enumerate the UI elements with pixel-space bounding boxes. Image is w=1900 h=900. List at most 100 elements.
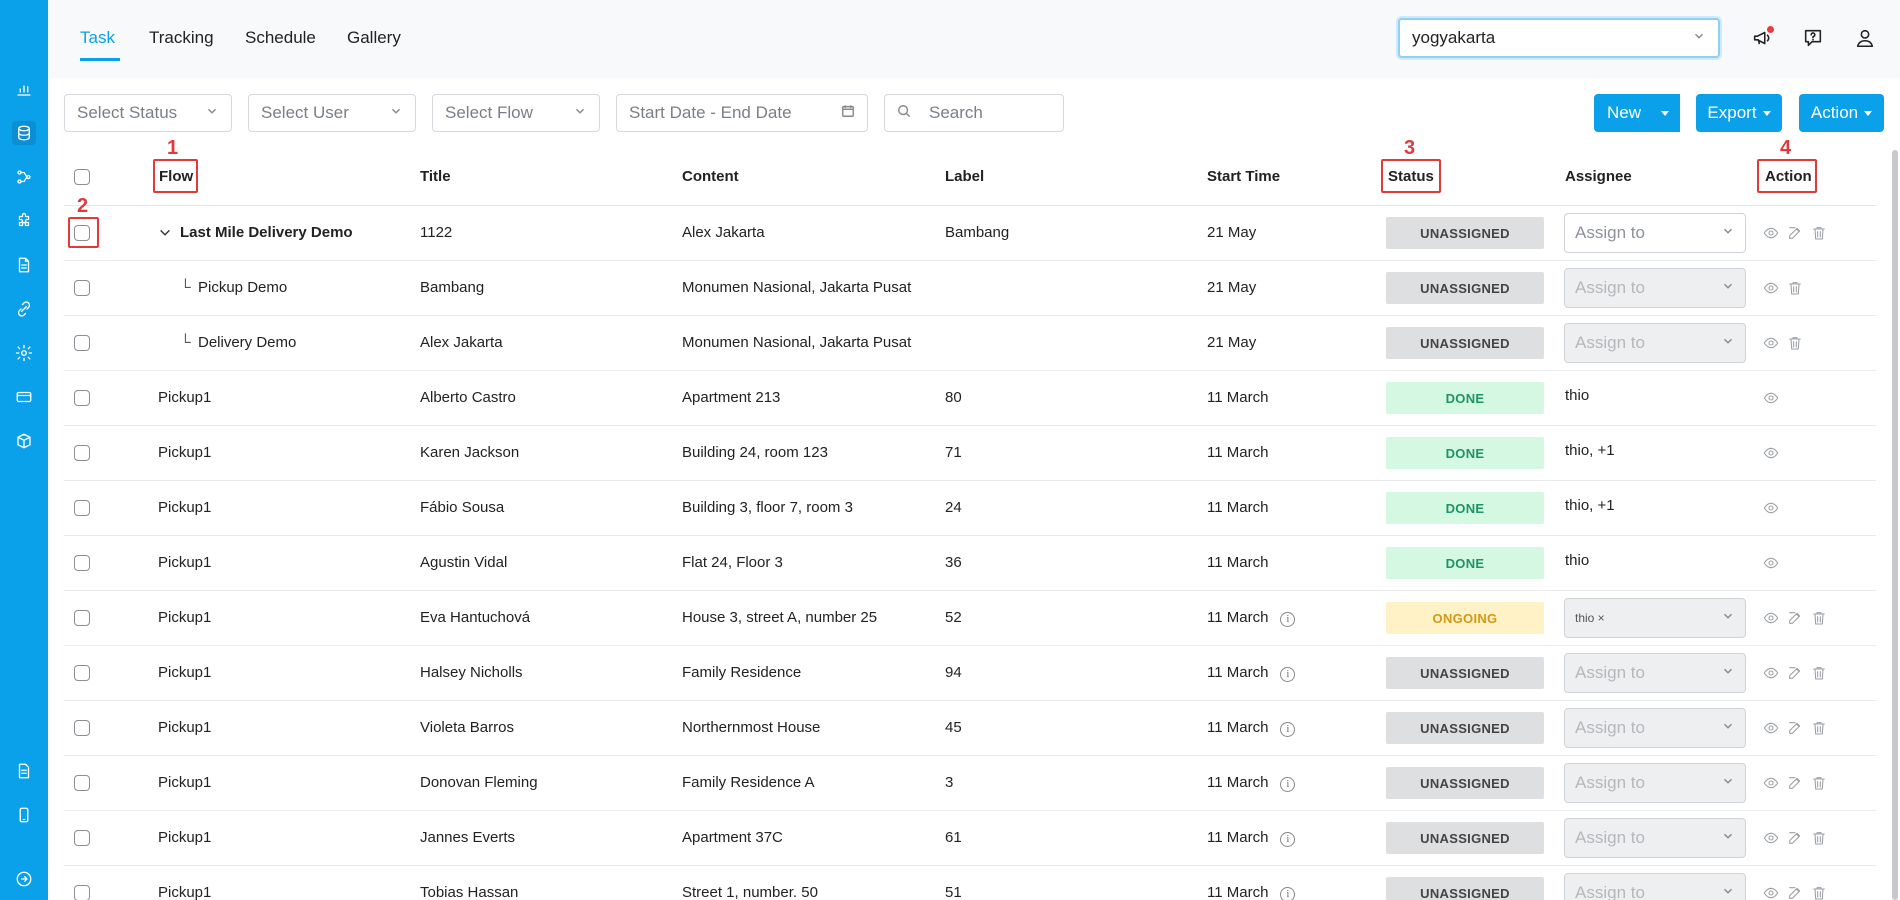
table-row[interactable]: └ Delivery Demo Alex Jakarta Monumen Nas… <box>64 316 1876 371</box>
header-title[interactable]: Title <box>420 168 451 185</box>
mobile-icon[interactable] <box>12 803 36 827</box>
view-eye-icon[interactable] <box>1762 499 1780 517</box>
view-eye-icon[interactable] <box>1762 774 1780 792</box>
logout-icon[interactable] <box>12 867 36 891</box>
row-checkbox[interactable] <box>74 830 90 846</box>
tab-gallery[interactable]: Gallery <box>347 28 401 48</box>
table-row[interactable]: Last Mile Delivery Demo 1122 Alex Jakart… <box>64 206 1876 261</box>
header-content[interactable]: Content <box>682 168 739 185</box>
view-eye-icon[interactable] <box>1762 829 1780 847</box>
select-all-checkbox[interactable] <box>74 169 90 185</box>
delete-icon[interactable] <box>1810 664 1828 682</box>
info-icon[interactable]: i <box>1280 667 1296 682</box>
link-icon[interactable] <box>12 297 36 321</box>
edit-icon[interactable] <box>1786 664 1804 682</box>
edit-icon[interactable] <box>1786 884 1804 900</box>
row-checkbox[interactable] <box>74 665 90 681</box>
delete-icon[interactable] <box>1786 334 1804 352</box>
info-icon[interactable]: i <box>1280 612 1296 627</box>
delete-icon[interactable] <box>1810 719 1828 737</box>
info-icon[interactable]: i <box>1280 887 1296 900</box>
edit-icon[interactable] <box>1786 609 1804 627</box>
view-eye-icon[interactable] <box>1762 609 1780 627</box>
view-eye-icon[interactable] <box>1762 719 1780 737</box>
header-assignee[interactable]: Assignee <box>1565 168 1632 185</box>
table-row[interactable]: └ Pickup Demo Bambang Monumen Nasional, … <box>64 261 1876 316</box>
row-checkbox[interactable] <box>74 610 90 626</box>
vertical-scrollbar[interactable] <box>1892 150 1898 900</box>
puzzle-icon[interactable] <box>12 209 36 233</box>
assignee-cell: thio <box>1565 387 1590 404</box>
help-chat-icon[interactable] <box>1801 26 1825 50</box>
user-filter[interactable]: Select User <box>248 94 416 132</box>
file-text-icon[interactable] <box>12 759 36 783</box>
edit-icon[interactable] <box>1786 829 1804 847</box>
edit-icon[interactable] <box>1786 719 1804 737</box>
user-icon[interactable] <box>1853 26 1877 50</box>
row-checkbox[interactable] <box>74 390 90 406</box>
delete-icon[interactable] <box>1786 279 1804 297</box>
date-range-filter[interactable]: Start Date - End Date <box>616 94 868 132</box>
export-button[interactable]: Export <box>1696 94 1782 132</box>
info-icon[interactable]: i <box>1280 722 1296 737</box>
search-input[interactable]: Search <box>884 94 1064 132</box>
view-eye-icon[interactable] <box>1762 334 1780 352</box>
table-row[interactable]: Pickup1 Agustin Vidal Flat 24, Floor 3 3… <box>64 536 1876 591</box>
gear-icon[interactable] <box>12 341 36 365</box>
table-row[interactable]: Pickup1 Fábio Sousa Building 3, floor 7,… <box>64 481 1876 536</box>
box-icon[interactable] <box>12 429 36 453</box>
view-eye-icon[interactable] <box>1762 389 1780 407</box>
status-badge: UNASSIGNED <box>1386 657 1544 689</box>
view-eye-icon[interactable] <box>1762 224 1780 242</box>
credit-card-icon[interactable] <box>12 385 36 409</box>
table-row[interactable]: Pickup1 Violeta Barros Northernmost Hous… <box>64 701 1876 756</box>
assign-select[interactable]: Assign to <box>1564 213 1746 253</box>
tab-tracking[interactable]: Tracking <box>149 28 214 48</box>
delete-icon[interactable] <box>1810 774 1828 792</box>
header-start-time[interactable]: Start Time <box>1207 168 1280 185</box>
view-eye-icon[interactable] <box>1762 444 1780 462</box>
delete-icon[interactable] <box>1810 829 1828 847</box>
flow-filter[interactable]: Select Flow <box>432 94 600 132</box>
location-select[interactable]: yogyakarta <box>1398 18 1720 58</box>
table-row[interactable]: Pickup1 Karen Jackson Building 24, room … <box>64 426 1876 481</box>
view-eye-icon[interactable] <box>1762 884 1780 900</box>
table-row[interactable]: Pickup1 Jannes Everts Apartment 37C 61 1… <box>64 811 1876 866</box>
table-row[interactable]: Pickup1 Alberto Castro Apartment 213 80 … <box>64 371 1876 426</box>
view-eye-icon[interactable] <box>1762 664 1780 682</box>
row-checkbox[interactable] <box>74 445 90 461</box>
view-eye-icon[interactable] <box>1762 554 1780 572</box>
table-row[interactable]: Pickup1 Donovan Fleming Family Residence… <box>64 756 1876 811</box>
row-checkbox[interactable] <box>74 885 90 900</box>
flow-icon[interactable] <box>12 165 36 189</box>
row-checkbox[interactable] <box>74 280 90 296</box>
row-checkbox[interactable] <box>74 720 90 736</box>
table-row[interactable]: Pickup1 Tobias Hassan Street 1, number. … <box>64 866 1876 900</box>
delete-icon[interactable] <box>1810 884 1828 900</box>
expand-chevron-icon[interactable] <box>158 226 172 244</box>
bar-chart-icon[interactable] <box>12 77 36 101</box>
row-checkbox[interactable] <box>74 555 90 571</box>
info-icon[interactable]: i <box>1280 832 1296 847</box>
new-dropdown-toggle[interactable] <box>1650 94 1680 132</box>
info-icon[interactable]: i <box>1280 777 1296 792</box>
title-cell: Donovan Fleming <box>420 774 538 791</box>
delete-icon[interactable] <box>1810 609 1828 627</box>
database-icon[interactable] <box>12 121 36 145</box>
delete-icon[interactable] <box>1810 224 1828 242</box>
action-button[interactable]: Action <box>1799 94 1884 132</box>
header-label[interactable]: Label <box>945 168 984 185</box>
view-eye-icon[interactable] <box>1762 279 1780 297</box>
tab-task[interactable]: Task <box>80 28 115 48</box>
row-checkbox[interactable] <box>74 500 90 516</box>
row-checkbox[interactable] <box>74 775 90 791</box>
table-row[interactable]: Pickup1 Halsey Nicholls Family Residence… <box>64 646 1876 701</box>
megaphone-icon[interactable] <box>1750 26 1774 50</box>
document-icon[interactable] <box>12 253 36 277</box>
status-filter[interactable]: Select Status <box>64 94 232 132</box>
row-checkbox[interactable] <box>74 335 90 351</box>
edit-icon[interactable] <box>1786 774 1804 792</box>
edit-icon[interactable] <box>1786 224 1804 242</box>
tab-schedule[interactable]: Schedule <box>245 28 316 48</box>
table-row[interactable]: Pickup1 Eva Hantuchová House 3, street A… <box>64 591 1876 646</box>
